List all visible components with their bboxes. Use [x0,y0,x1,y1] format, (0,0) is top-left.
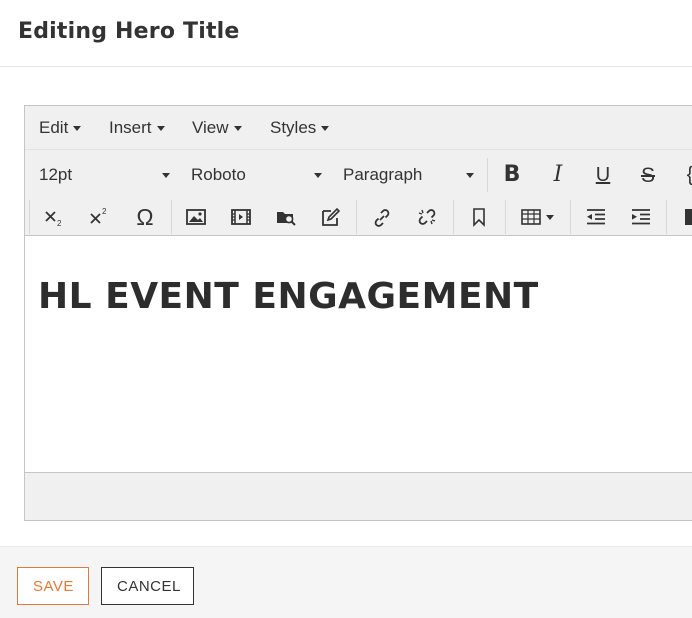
outdent-button[interactable] [581,202,611,232]
menu-styles[interactable]: Styles [270,118,330,138]
menu-insert[interactable]: Insert [109,118,165,138]
remove-link-button[interactable] [412,202,442,232]
file-browser-button[interactable] [271,202,301,232]
paste-button[interactable] [673,202,692,232]
menu-styles-label: Styles [270,118,317,137]
insert-media-button[interactable] [226,202,256,232]
outdent-icon [587,209,605,225]
insert-link-button[interactable] [367,202,397,232]
toolbar-separator [29,200,30,234]
rich-text-editor: Edit Insert View Styles 12pt Roboto Para… [24,105,692,521]
insert-image-button[interactable] [181,202,211,232]
menu-edit-label: Edit [39,118,69,137]
source-code-button[interactable]: { [675,160,692,190]
menu-insert-label: Insert [109,118,152,137]
chevron-down-icon [73,126,82,132]
menu-view-label: View [192,118,229,137]
strikethrough-icon: S [640,163,655,187]
bold-icon: B [503,162,521,187]
font-family-value: Roboto [191,165,246,184]
subscript-icon: 2 [45,211,62,227]
bold-button[interactable]: B [497,160,527,190]
edit-button[interactable] [316,202,346,232]
svg-text:2: 2 [57,219,62,227]
menu-edit[interactable]: Edit [39,118,82,138]
font-family-select[interactable]: Roboto [191,165,322,185]
superscript-icon: 2 [90,207,107,224]
chevron-down-icon [314,173,322,178]
toolbar-separator [570,200,571,234]
toolbar-separator [505,200,506,234]
editor-statusbar [25,472,692,520]
menu-view[interactable]: View [192,118,242,138]
strikethrough-button[interactable]: S [633,160,663,190]
cancel-button[interactable]: CANCEL [101,567,194,605]
block-format-value: Paragraph [343,165,423,184]
folder-search-icon [277,212,296,226]
editor-menubar: Edit Insert View Styles [25,106,692,150]
underline-button[interactable]: U [588,160,618,190]
modal-footer: SAVE CANCEL [0,546,692,618]
italic-button[interactable]: I [543,160,573,190]
modal-title: Editing Hero Title [18,19,240,44]
chevron-down-icon [162,173,170,178]
italic-icon: I [553,162,563,187]
chevron-down-icon [156,126,165,132]
toolbar-separator [356,200,357,234]
chevron-down-icon [546,214,554,220]
table-button[interactable] [515,202,559,232]
save-button[interactable]: SAVE [17,567,89,605]
chevron-down-icon [233,126,242,132]
editor-content-area[interactable]: HL EVENT ENGAGEMENT [25,236,692,472]
special-character-button[interactable]: Ω [130,202,160,232]
superscript-button[interactable]: 2 [84,202,114,232]
modal-header: Editing Hero Title [0,0,692,67]
indent-icon [632,209,650,225]
unlink-icon [418,209,436,225]
source-code-icon: { [687,165,692,185]
link-icon [374,209,390,227]
video-icon [231,209,251,225]
bookmark-icon [473,208,485,227]
underline-icon: U [595,164,611,186]
svg-text:2: 2 [102,207,107,216]
block-format-select[interactable]: Paragraph [343,165,474,185]
font-size-select[interactable]: 12pt [39,165,170,185]
editor-toolbar: 12pt Roboto Paragraph B I U S { [25,150,692,236]
font-size-value: 12pt [39,165,73,184]
chevron-down-icon [466,173,474,178]
table-icon [521,209,541,225]
toolbar-separator [171,200,172,234]
chevron-down-icon [321,126,330,132]
omega-icon: Ω [136,203,154,230]
toolbar-separator [487,158,488,192]
toolbar-separator [666,200,667,234]
hero-title-text[interactable]: HL EVENT ENGAGEMENT [38,276,539,317]
indent-button[interactable] [626,202,656,232]
image-icon [186,209,206,225]
subscript-button[interactable]: 2 [39,202,69,232]
edit-icon [322,207,341,226]
toolbar-separator [453,200,454,234]
anchor-button[interactable] [464,202,494,232]
clipboard-icon [685,209,692,225]
